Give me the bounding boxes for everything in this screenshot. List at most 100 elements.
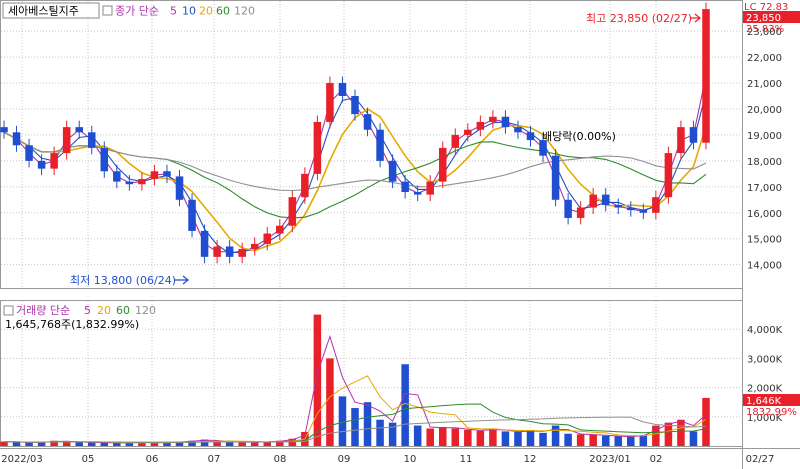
price-tick-label: 22,000 [747,53,782,64]
candle-body [376,129,384,161]
candle-body [225,246,234,257]
candle-body [576,207,585,218]
volume-bar [702,397,710,446]
candle-body [689,127,698,143]
candle-body [175,176,184,200]
volume-bar [426,428,434,446]
volume-bar [113,443,121,446]
volume-bar [451,428,460,446]
date-tick-label: 06 [146,454,159,465]
volume-tick-label: 4,000K [747,325,783,336]
candle-body [388,160,397,182]
candle-body [702,9,710,143]
price-tick-label: 16,000 [747,209,782,220]
candle-body [188,199,196,231]
candle-body [313,121,322,174]
volume-bar [363,402,372,446]
volume-bar [87,442,96,446]
volume-bar [250,442,259,446]
volume-bar [75,442,83,446]
candle-body [150,171,159,180]
candle-body [413,192,422,195]
volume-bar [238,442,246,446]
candle-body [250,243,259,250]
date-tick-label: 02/27 [746,454,775,465]
volume-bar [413,425,422,446]
candle-body [514,127,522,133]
candle-body [639,210,648,213]
candle-body [438,147,447,182]
volume-bar [589,434,597,446]
candle-body [37,160,46,169]
price-badge-text: 23,850 [746,13,781,24]
ma-legend-label: 종가 단순 [115,5,159,18]
ma-legend-120: 120 [234,5,255,18]
volume-bar [539,432,547,446]
date-tick-label: 12 [524,454,537,465]
volume-bar [351,408,359,446]
candle-body [551,155,560,200]
volume-bar [489,428,497,446]
candle-body [627,207,635,211]
volume-legend-checkbox[interactable] [3,305,14,316]
volume-bar [501,431,510,446]
volume-bar [689,431,698,446]
volume-legend-20: 20 [97,304,111,317]
candle-body [476,121,485,130]
candle-body [238,249,246,257]
candle-body [100,147,109,172]
date-tick-label: 10 [404,454,417,465]
candle-body [589,194,597,208]
candle-body [426,181,434,195]
candle-body [564,199,572,218]
volume-legend-label: 거래량 단순 [16,304,70,317]
volume-bar [564,433,572,446]
volume-legend-5: 5 [84,304,91,317]
date-tick-label: 09 [338,454,351,465]
candle-body [501,116,510,128]
candle-body [652,197,660,213]
date-tick-label: 07 [208,454,221,465]
volume-bar [627,436,635,446]
volume-bar [677,419,685,446]
candle-body [263,233,272,244]
volume-bar [601,435,610,446]
price-tick-label: 17,000 [747,183,782,194]
candle-body [301,173,309,198]
volume-bar [551,425,560,446]
price-tick-label: 20,000 [747,105,782,116]
candle-body [12,132,21,146]
volume-pct-text: 1832.99% [746,407,797,418]
date-tick-label: 05 [82,454,95,465]
ma-legend-checkbox[interactable] [102,5,113,16]
price-tick-label: 14,000 [747,261,782,272]
volume-bar [514,431,522,446]
volume-value-text: 1,645,768주(1,832.99%) [5,318,139,331]
candle-body [138,179,146,185]
volume-bar [100,442,109,446]
candle-body [0,127,8,133]
price-tick-label: 15,000 [747,235,782,246]
volume-bar [338,396,347,446]
stock-chart: 14,000 15,000 16,000 17,000 18,000 19,000 20,0… [0,0,800,469]
volume-tick-label: 3,000K [747,354,783,365]
candle-body [526,132,535,141]
candle-body [677,127,685,154]
date-tick-label: 2022/03 [1,454,43,465]
price-panel-frame [0,0,743,289]
volume-bar [0,441,8,446]
candle-body [363,114,372,130]
candle-body [62,127,71,154]
volume-legend-60: 60 [116,304,130,317]
date-tick-label: 02 [650,454,663,465]
volume-bar [576,434,585,446]
date-tick-label: 11 [460,454,473,465]
high-annotation: 최고 23,850 (02/27) [586,12,692,25]
volume-bar [464,429,472,446]
candle-body [200,230,209,257]
volume-bar [526,429,535,446]
candle-body [464,129,472,135]
volume-bar [376,419,384,446]
candle-body [125,181,134,185]
volume-bar [438,427,447,446]
